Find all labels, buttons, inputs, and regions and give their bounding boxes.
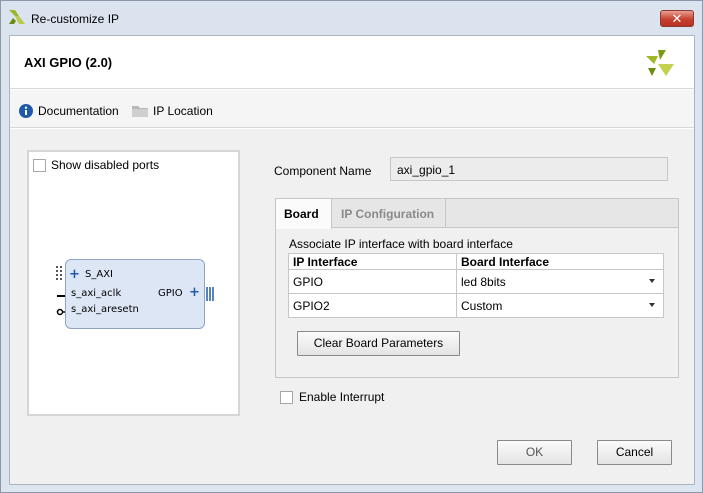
col-board-interface: Board Interface [456,253,664,270]
enable-interrupt-label: Enable Interrupt [299,390,385,404]
ip-interface-cell: GPIO2 [288,293,457,318]
ip-interface-cell: GPIO [288,269,457,294]
tab-bar: Board IP Configuration [276,199,678,229]
ok-button[interactable]: OK [497,440,572,465]
title-bar[interactable]: Re-customize IP ✕ [1,1,702,35]
associate-description: Associate IP interface with board interf… [289,237,513,251]
dialog-client: AXI GPIO (2.0) Documentation IP Location… [9,35,695,485]
enable-interrupt-checkbox[interactable]: Enable Interrupt [280,390,384,404]
gpio-expand-icon[interactable]: + [189,285,200,300]
s-axi-expand-icon[interactable]: + [69,267,80,282]
ip-location-label: IP Location [153,104,213,118]
table-row: GPIO led 8bits [288,269,664,294]
component-name-field[interactable]: axi_gpio_1 [390,157,668,181]
tab-board[interactable]: Board [276,199,332,229]
ip-title: AXI GPIO (2.0) [24,55,113,70]
dialog-window: Re-customize IP ✕ AXI GPIO (2.0) Documen… [0,0,703,493]
checkbox-box[interactable] [33,158,46,172]
board-interface-dropdown[interactable]: led 8bits [456,269,664,294]
dialog-body: Show disabled ports + S_AXI s_axi_aclk s… [10,129,694,484]
show-disabled-ports-checkbox[interactable]: Show disabled ports [33,158,159,172]
port-s-axi: S_AXI [85,269,113,280]
documentation-label: Documentation [38,104,119,118]
doc-links-bar: Documentation IP Location [10,90,694,128]
window-title: Re-customize IP [31,12,120,26]
ip-location-link[interactable]: IP Location [132,103,213,119]
port-gpio: GPIO [158,288,183,299]
dialog-header: AXI GPIO (2.0) [10,36,694,89]
gpio-bus-pin-icon [206,287,214,301]
checkbox-box[interactable] [280,390,293,404]
tab-panel: Board IP Configuration Associate IP inte… [275,198,679,378]
axi-gpio-block[interactable]: + S_AXI s_axi_aclk s_axi_aresetn GPIO + [65,259,205,329]
board-interface-table: IP Interface Board Interface GPIO led 8b… [288,253,664,318]
ip-symbol-preview: Show disabled ports + S_AXI s_axi_aclk s… [27,150,240,416]
close-button[interactable]: ✕ [660,10,694,27]
xilinx-logo-icon [646,50,674,76]
dropdown-arrow-icon [649,303,655,307]
info-icon [19,104,33,118]
cancel-button[interactable]: Cancel [597,440,672,465]
app-icon [9,10,25,24]
dropdown-arrow-icon [649,279,655,283]
tab-ip-configuration[interactable]: IP Configuration [333,199,446,228]
table-header-row: IP Interface Board Interface [288,253,664,270]
board-interface-dropdown[interactable]: Custom [456,293,664,318]
folder-icon [132,106,148,117]
port-s-axi-aclk: s_axi_aclk [71,288,122,299]
documentation-link[interactable]: Documentation [19,103,119,119]
port-s-axi-aresetn: s_axi_aresetn [71,304,139,315]
board-interface-value: Custom [461,298,503,313]
show-disabled-ports-label: Show disabled ports [51,158,160,172]
clear-board-parameters-button[interactable]: Clear Board Parameters [297,331,460,356]
col-ip-interface: IP Interface [288,253,457,270]
board-interface-value: led 8bits [461,274,506,289]
component-name-label: Component Name [274,164,372,178]
table-row: GPIO2 Custom [288,293,664,318]
